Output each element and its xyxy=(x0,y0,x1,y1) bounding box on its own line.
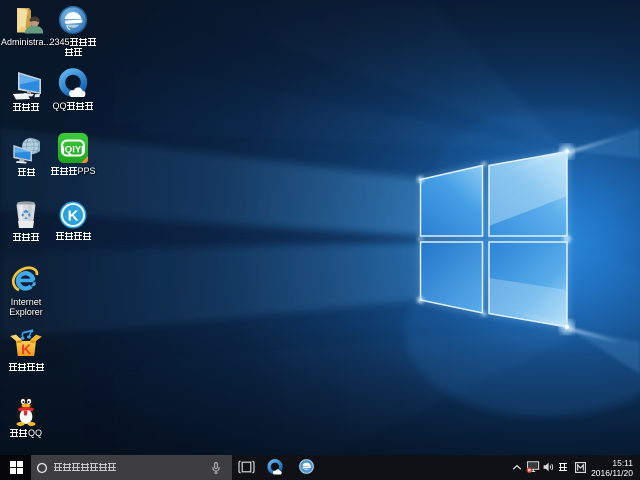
svg-text:K: K xyxy=(68,208,79,225)
svg-text:iQIYI: iQIYI xyxy=(62,145,84,156)
svg-text:K: K xyxy=(21,341,31,357)
